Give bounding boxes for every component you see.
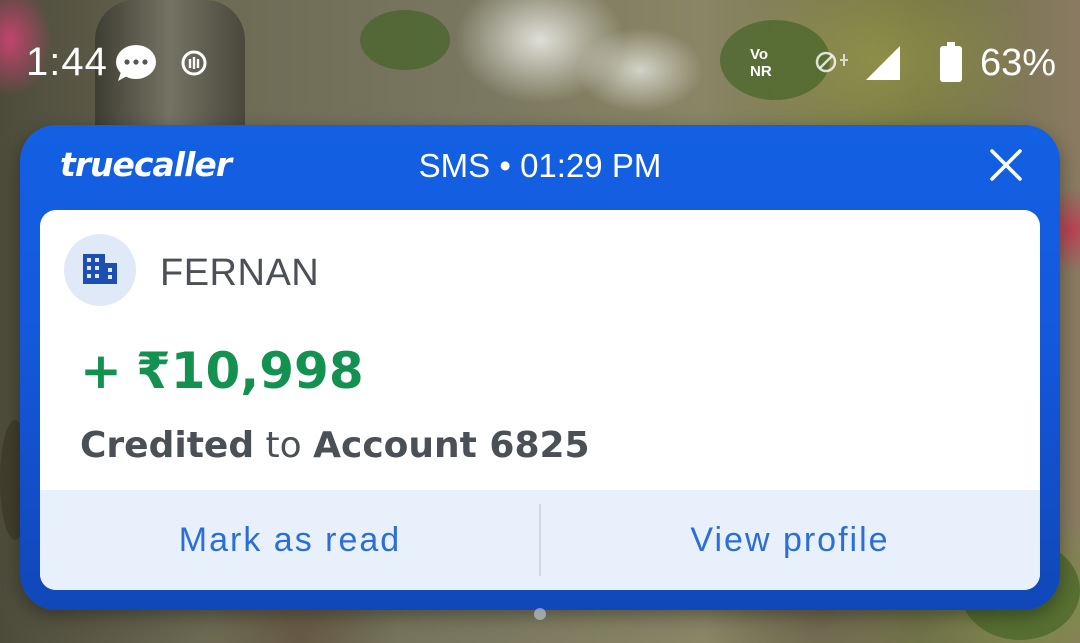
volte-icon: Vo NR (750, 46, 794, 84)
transaction-description: Credited to Account 6825 (80, 425, 590, 466)
status-bar: 1:44 Vo NR 63% (0, 0, 1080, 125)
business-building-icon (83, 254, 117, 284)
transaction-amount: + ₹10,998 (80, 342, 364, 400)
amount-sign: + (80, 342, 122, 400)
close-icon[interactable] (988, 147, 1024, 183)
app-notification-icon (181, 50, 207, 76)
view-profile-button[interactable]: View profile (540, 490, 1040, 590)
truecaller-sms-popup[interactable]: truecaller SMS • 01:29 PM FERNAN + ₹10,99… (20, 125, 1060, 610)
mark-as-read-button[interactable]: Mark as read (40, 490, 540, 590)
battery-icon (940, 42, 962, 82)
sender-avatar (64, 234, 136, 306)
action-bar: Mark as read View profile (40, 490, 1040, 590)
mobile-data-icon (815, 51, 848, 73)
drag-handle-dot (534, 608, 546, 620)
description-connector: to (254, 425, 314, 466)
description-account: Account 6825 (313, 425, 590, 466)
sender-name: FERNAN (160, 252, 320, 294)
chat-bubble-icon (116, 45, 156, 81)
description-status: Credited (80, 425, 255, 466)
signal-icon (866, 46, 900, 80)
status-time: 1:44 (26, 40, 108, 84)
message-card[interactable]: FERNAN + ₹10,998 Credited to Account 6825… (40, 210, 1040, 590)
volte-network-label: NR (750, 63, 772, 80)
volte-label: Vo (750, 46, 769, 63)
message-type-time: SMS • 01:29 PM (418, 147, 662, 184)
amount-value: ₹10,998 (135, 342, 364, 400)
battery-percent: 63% (979, 42, 1056, 84)
